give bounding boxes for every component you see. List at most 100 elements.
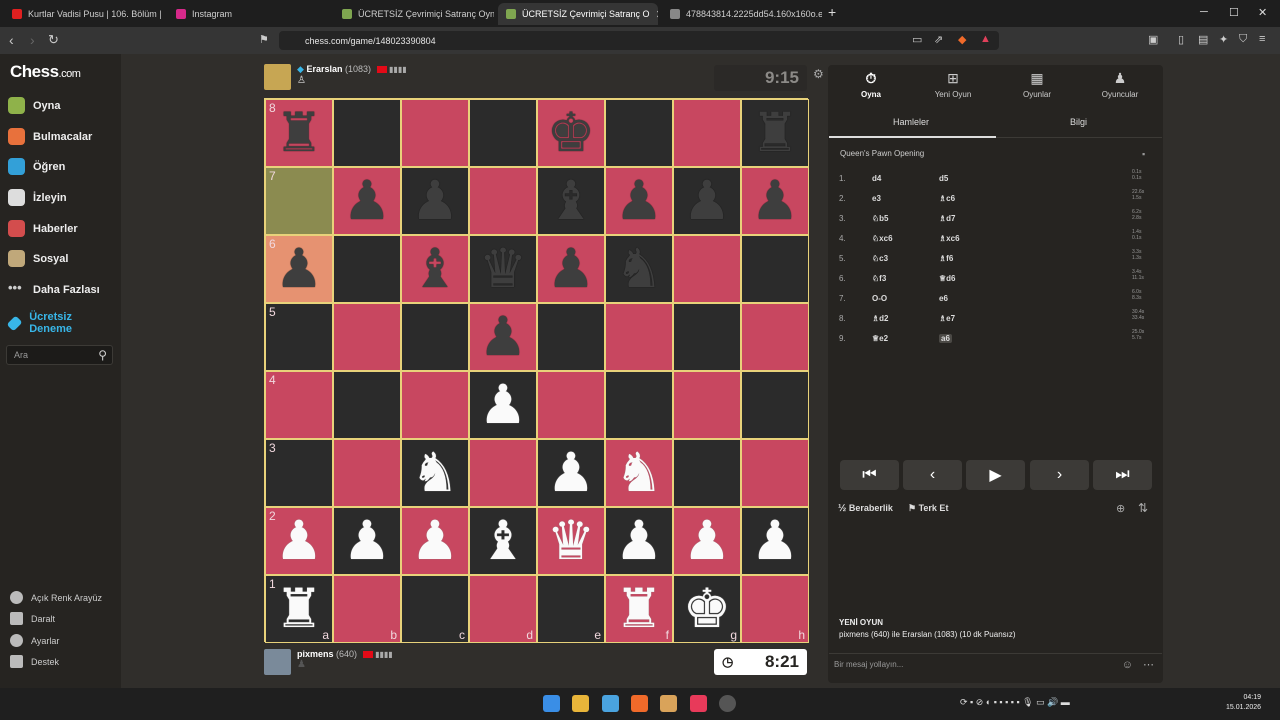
maximize-button[interactable]: ☐	[1229, 6, 1239, 19]
square-d2[interactable]: ♝	[469, 507, 537, 575]
square-a4[interactable]: 4	[265, 371, 333, 439]
square-h1[interactable]: h	[741, 575, 809, 643]
square-g4[interactable]	[673, 371, 741, 439]
square-b8[interactable]	[333, 99, 401, 167]
square-c6[interactable]: ♝	[401, 235, 469, 303]
square-b3[interactable]	[333, 439, 401, 507]
square-a3[interactable]: 3	[265, 439, 333, 507]
black-queen[interactable]: ♛	[479, 242, 527, 296]
black-move[interactable]: ♗d7	[939, 214, 999, 223]
settings-link[interactable]: Ayarlar	[10, 634, 59, 647]
next-move-button[interactable]: ›	[1030, 460, 1089, 490]
square-c4[interactable]	[401, 371, 469, 439]
black-bishop[interactable]: ♝	[547, 174, 595, 228]
light-theme-toggle[interactable]: Açık Renk Arayüz	[10, 591, 102, 604]
square-d5[interactable]: ♟	[469, 303, 537, 371]
browser-tab[interactable]: Instagram	[168, 3, 328, 25]
white-move[interactable]: ♕e2	[872, 334, 939, 343]
black-pawn[interactable]: ♟	[547, 242, 595, 296]
sidebar-search-input[interactable]: Ara ⚲	[6, 345, 113, 365]
square-c7[interactable]: ♟	[401, 167, 469, 235]
black-move[interactable]: ♕d6	[939, 274, 999, 283]
black-move[interactable]: ♗e7	[939, 314, 999, 323]
browser-tab[interactable]: 478843814.2225dd54.160x160o.e9a	[662, 3, 822, 25]
square-h5[interactable]	[741, 303, 809, 371]
square-a5[interactable]: 5	[265, 303, 333, 371]
square-c1[interactable]: c	[401, 575, 469, 643]
tab-games[interactable]: ▦ Oyunlar	[1002, 70, 1072, 99]
black-rook[interactable]: ♜	[275, 106, 323, 160]
sidebar-toggle-icon[interactable]: ▣	[1148, 33, 1158, 46]
square-e4[interactable]	[537, 371, 605, 439]
white-move[interactable]: O-O	[872, 294, 939, 303]
square-f4[interactable]	[605, 371, 673, 439]
system-clock[interactable]: 04:19 15.01.2026	[1226, 693, 1261, 713]
board-settings-icon[interactable]: ⚙	[813, 67, 824, 81]
square-b6[interactable]	[333, 235, 401, 303]
white-move[interactable]: ♘c3	[872, 254, 939, 263]
square-f6[interactable]: ♞	[605, 235, 673, 303]
chess-board[interactable]: 8 ♜ ♚ ♜ 7 ♟ ♟ ♝ ♟ ♟ ♟ 6 ♟ ♝ ♛ ♟ ♞ 5 ♟ 4 ♟ 3 ♞ ♟ ♞ 2 ♟ ♟ ♟ ♝ ♛ ♟ ♟ ♟ 1 a ♜ b c d…	[264, 98, 809, 643]
square-g6[interactable]	[673, 235, 741, 303]
square-h8[interactable]: ♜	[741, 99, 809, 167]
white-knight[interactable]: ♞	[411, 446, 459, 500]
black-pawn[interactable]: ♟	[479, 310, 527, 364]
browser-tab[interactable]: Kurtlar Vadisi Pusu | 106. Bölüm | Yük	[4, 3, 162, 25]
prev-move-button[interactable]: ‹	[903, 460, 962, 490]
screen-icon[interactable]: ▭	[912, 33, 922, 46]
square-b2[interactable]: ♟	[333, 507, 401, 575]
square-c5[interactable]	[401, 303, 469, 371]
white-knight[interactable]: ♞	[615, 446, 663, 500]
square-e6[interactable]: ♟	[537, 235, 605, 303]
black-move[interactable]: ♗c6	[939, 194, 999, 203]
white-queen[interactable]: ♛	[547, 514, 595, 568]
square-b7[interactable]: ♟	[333, 167, 401, 235]
last-move-button[interactable]: ⏭	[1093, 460, 1152, 490]
square-d1[interactable]: d	[469, 575, 537, 643]
square-d3[interactable]	[469, 439, 537, 507]
square-e8[interactable]: ♚	[537, 99, 605, 167]
square-b5[interactable]	[333, 303, 401, 371]
black-pawn[interactable]: ♟	[275, 242, 323, 296]
more-options-icon[interactable]: ⋯	[1143, 658, 1154, 671]
square-e2[interactable]: ♛	[537, 507, 605, 575]
black-pawn[interactable]: ♟	[411, 174, 459, 228]
square-b4[interactable]	[333, 371, 401, 439]
play-button[interactable]: ▶	[966, 460, 1025, 490]
forward-button[interactable]: ›	[30, 32, 35, 48]
white-pawn[interactable]: ♟	[275, 514, 323, 568]
square-g2[interactable]: ♟	[673, 507, 741, 575]
square-a2[interactable]: 2 ♟	[265, 507, 333, 575]
black-move[interactable]: d5	[939, 174, 999, 183]
white-pawn[interactable]: ♟	[411, 514, 459, 568]
square-e5[interactable]	[537, 303, 605, 371]
square-c2[interactable]: ♟	[401, 507, 469, 575]
black-king[interactable]: ♚	[547, 106, 595, 160]
app-icon[interactable]	[660, 695, 677, 712]
square-e7[interactable]: ♝	[537, 167, 605, 235]
black-bishop[interactable]: ♝	[411, 242, 459, 296]
square-e3[interactable]: ♟	[537, 439, 605, 507]
square-h2[interactable]: ♟	[741, 507, 809, 575]
white-move[interactable]: e3	[872, 194, 939, 203]
tab-play[interactable]: ⏱ Oyna	[836, 70, 906, 99]
browser-tab-active[interactable]: ÜCRETSİZ Çevrimiçi Satranç O✕	[498, 3, 658, 25]
square-c8[interactable]	[401, 99, 469, 167]
avatar[interactable]	[264, 649, 291, 675]
reload-button[interactable]: ↻	[48, 32, 59, 48]
close-window-button[interactable]: ✕	[1258, 6, 1267, 19]
square-d6[interactable]: ♛	[469, 235, 537, 303]
black-pawn[interactable]: ♟	[615, 174, 663, 228]
white-pawn[interactable]: ♟	[343, 514, 391, 568]
black-move[interactable]: ♗f6	[939, 254, 999, 263]
support-link[interactable]: Destek	[10, 655, 59, 668]
square-a6[interactable]: 6 ♟	[265, 235, 333, 303]
white-king[interactable]: ♚	[683, 582, 731, 636]
square-g1[interactable]: g ♚	[673, 575, 741, 643]
black-pawn[interactable]: ♟	[683, 174, 731, 228]
photos-icon[interactable]	[602, 695, 619, 712]
square-b1[interactable]: b	[333, 575, 401, 643]
file-explorer-icon[interactable]	[572, 695, 589, 712]
sidebar-item-more[interactable]: ••• Daha Fazlası	[8, 281, 100, 298]
square-f2[interactable]: ♟	[605, 507, 673, 575]
